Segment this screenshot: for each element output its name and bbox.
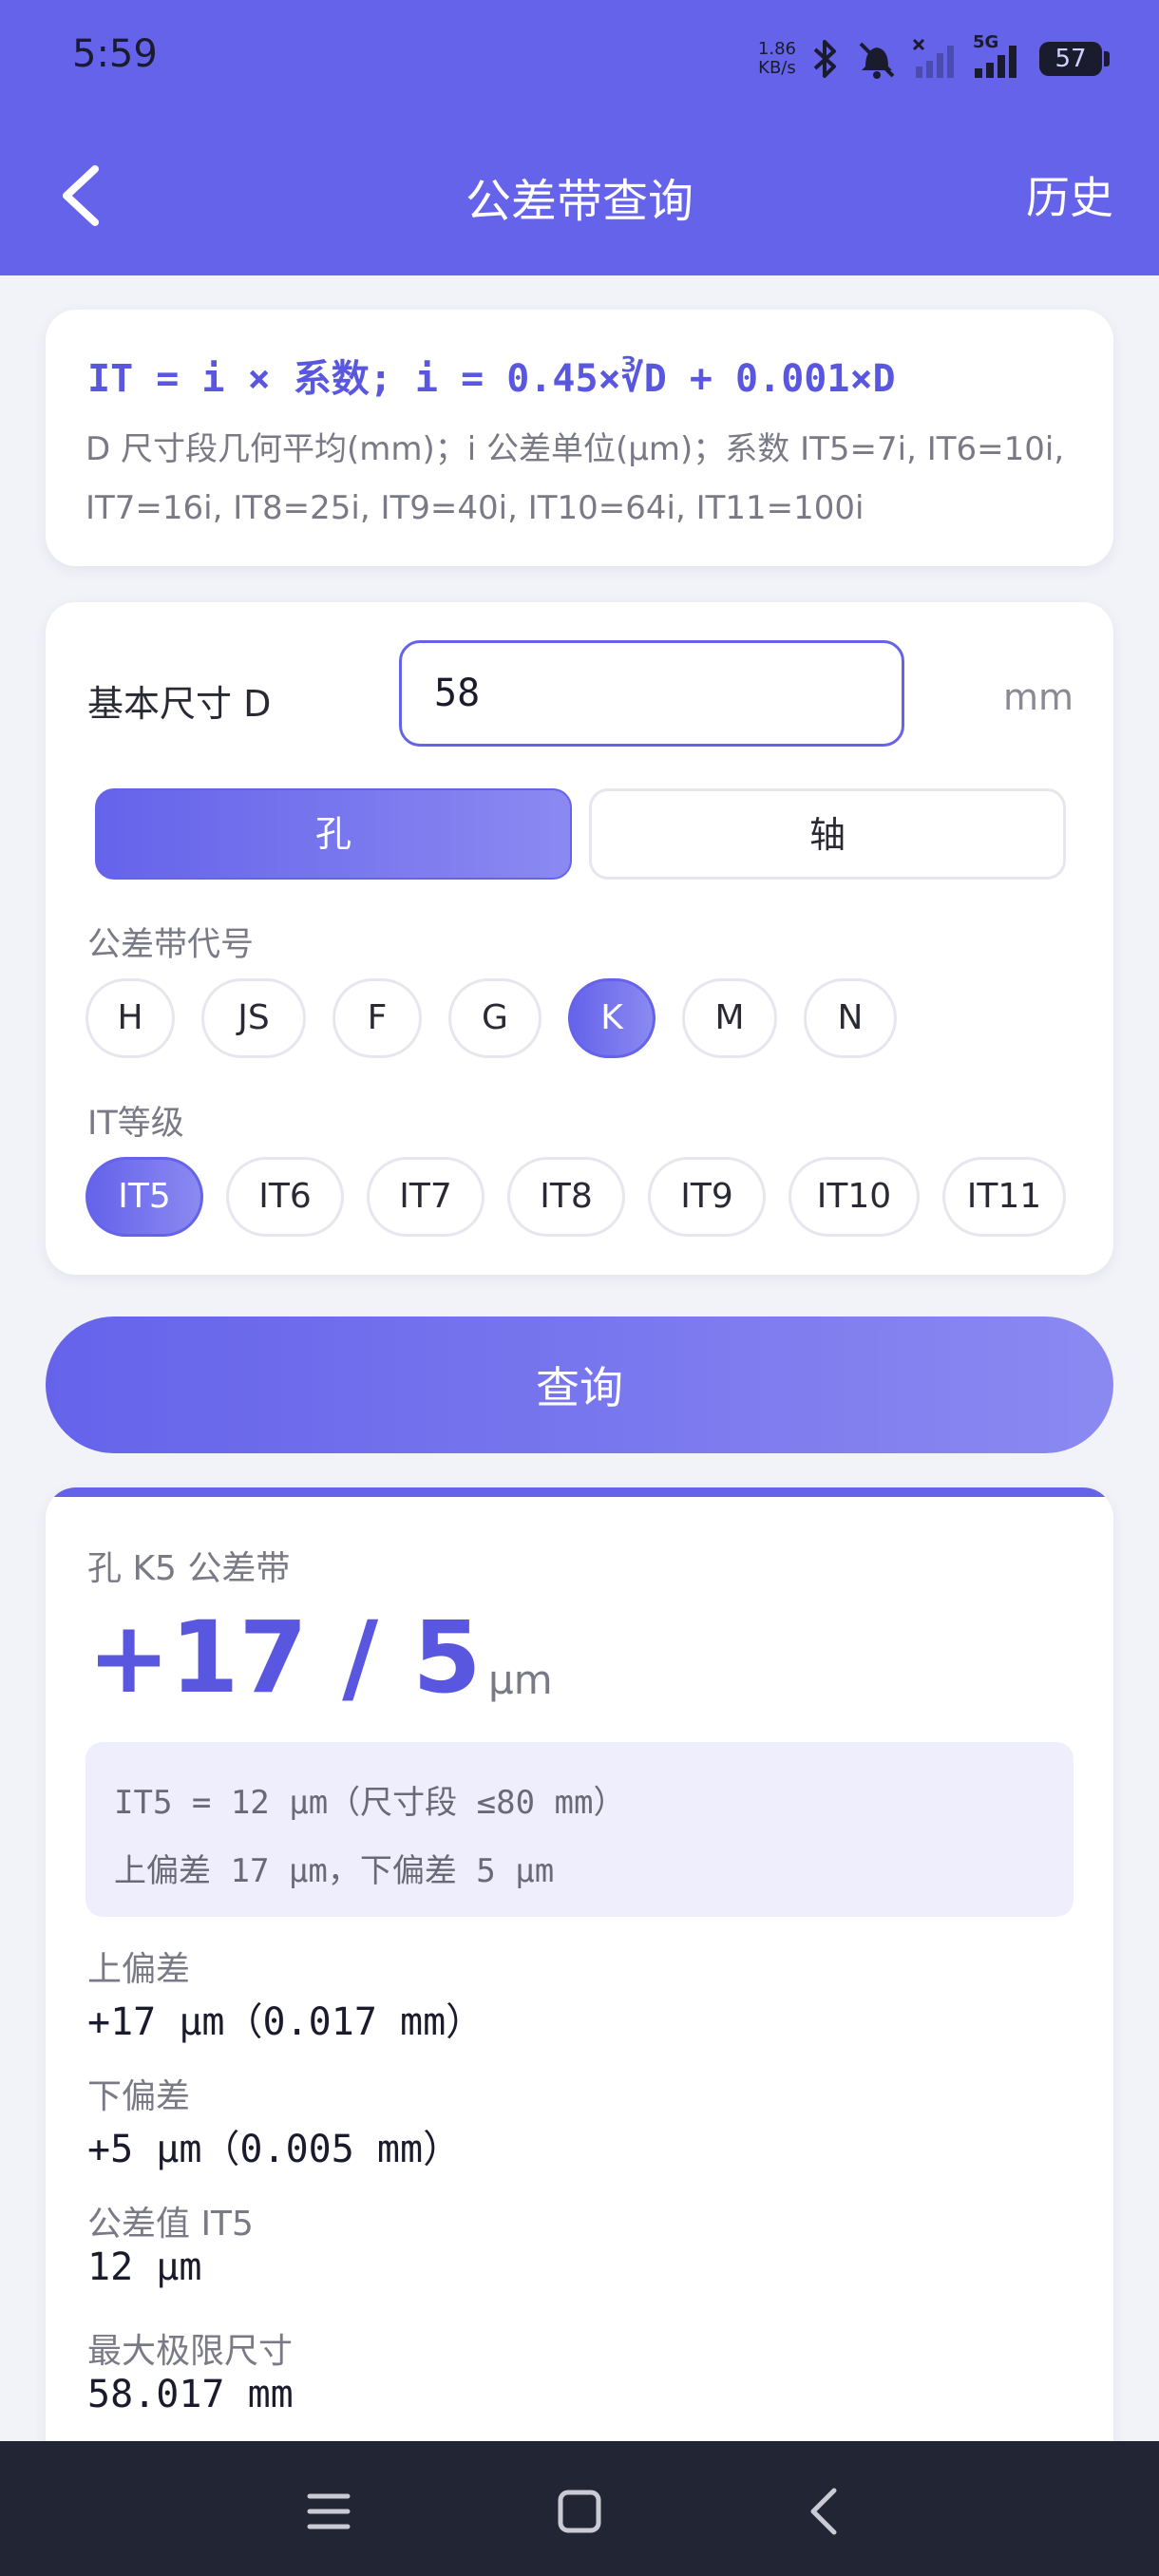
info-line-deviation: 上偏差 17 μm，下偏差 5 μm bbox=[114, 1852, 555, 1890]
grade-chip-it8[interactable]: IT8 bbox=[507, 1157, 625, 1237]
grade-chip-it9[interactable]: IT9 bbox=[648, 1157, 766, 1237]
max-limit-size-label: 最大极限尺寸 bbox=[87, 2332, 294, 2371]
result-value: +17 / 5 bbox=[87, 1600, 482, 1715]
max-limit-size-value: 58.017 mm bbox=[87, 2373, 294, 2416]
signal-off-icon bbox=[912, 38, 954, 78]
zone-chip-g[interactable]: G bbox=[448, 978, 542, 1058]
query-button[interactable]: 查询 bbox=[46, 1316, 1113, 1453]
page-title: 公差带查询 bbox=[465, 175, 694, 228]
lower-deviation-label: 下偏差 bbox=[87, 2077, 191, 2116]
home-icon[interactable] bbox=[551, 2483, 608, 2540]
zone-chip-n[interactable]: N bbox=[804, 978, 897, 1058]
formula-text: IT = i × 系数; i = 0.45×∛D + 0.001×D bbox=[87, 357, 896, 401]
basic-size-unit: mm bbox=[1002, 676, 1074, 718]
bell-muted-icon bbox=[859, 42, 895, 79]
tolerance-value-label: 公差值 IT5 bbox=[87, 2205, 254, 2244]
grade-chip-it7[interactable]: IT7 bbox=[367, 1157, 484, 1237]
grade-chip-it11[interactable]: IT11 bbox=[942, 1157, 1066, 1237]
tolerance-value: 12 μm bbox=[87, 2245, 202, 2289]
basic-size-label: 基本尺寸 D bbox=[87, 683, 272, 725]
grade-chip-row: IT5 IT6 IT7 IT8 IT9 IT10 IT11 bbox=[86, 1157, 1066, 1237]
battery-icon: 57 bbox=[1039, 42, 1110, 76]
system-nav-bar bbox=[0, 2441, 1159, 2576]
upper-deviation-value: +17 μm（0.017 mm） bbox=[87, 2000, 484, 2044]
result-accent-bar bbox=[46, 1487, 1113, 1497]
grade-chip-it6[interactable]: IT6 bbox=[226, 1157, 344, 1237]
network-speed-value: 1.86 bbox=[757, 39, 796, 59]
result-unit: μm bbox=[488, 1657, 553, 1703]
zone-label: 公差带代号 bbox=[87, 926, 255, 964]
basic-size-input[interactable] bbox=[399, 640, 904, 747]
segment-shaft[interactable]: 轴 bbox=[589, 788, 1066, 880]
network-speed: 1.86 KB/s bbox=[758, 40, 796, 78]
zone-chip-f[interactable]: F bbox=[332, 978, 422, 1058]
result-title: 孔 K5 公差带 bbox=[87, 1549, 291, 1588]
zone-chip-h[interactable]: H bbox=[86, 978, 175, 1058]
menu-icon[interactable] bbox=[300, 2483, 357, 2540]
result-card: 孔 K5 公差带 +17 / 5 μm IT5 = 12 μm（尺寸段 ≤80 … bbox=[46, 1487, 1113, 2576]
signal-5g: 5G bbox=[973, 32, 1026, 80]
lower-deviation-value: +5 μm（0.005 mm） bbox=[87, 2128, 462, 2171]
formula-card: IT = i × 系数; i = 0.45×∛D + 0.001×D D 尺寸段… bbox=[46, 310, 1113, 566]
upper-deviation-label: 上偏差 bbox=[87, 1950, 191, 1989]
grade-chip-it10[interactable]: IT10 bbox=[788, 1157, 920, 1237]
app-header: 5:59 1.86 KB/s 5G 57 公差带查询 历史 bbox=[0, 0, 1159, 275]
status-bar-icons: 1.86 KB/s 5G 57 bbox=[758, 32, 1110, 85]
nav-back-icon[interactable] bbox=[796, 2483, 853, 2540]
history-button[interactable]: 历史 bbox=[1026, 163, 1113, 226]
input-card: 基本尺寸 D mm 孔 轴 公差带代号 H JS F G K M N IT等级 … bbox=[46, 602, 1113, 1275]
grade-chip-it5[interactable]: IT5 bbox=[86, 1157, 203, 1237]
grade-label: IT等级 bbox=[87, 1105, 184, 1143]
signal-icon bbox=[975, 46, 1016, 78]
formula-note: D 尺寸段几何平均(mm)；i 公差单位(μm)；系数 IT5=7i, IT6=… bbox=[86, 430, 1065, 527]
zone-chip-k[interactable]: K bbox=[568, 978, 656, 1058]
zone-chip-row: H JS F G K M N bbox=[86, 978, 923, 1058]
status-time: 5:59 bbox=[72, 32, 158, 76]
zone-chip-m[interactable]: M bbox=[682, 978, 777, 1058]
info-line-tolerance: IT5 = 12 μm（尺寸段 ≤80 mm） bbox=[114, 1784, 626, 1822]
zone-chip-js[interactable]: JS bbox=[201, 978, 306, 1058]
segment-hole[interactable]: 孔 bbox=[95, 788, 572, 880]
bluetooth-icon bbox=[813, 40, 836, 78]
network-speed-unit: KB/s bbox=[758, 58, 796, 78]
result-info-box: IT5 = 12 μm（尺寸段 ≤80 mm） 上偏差 17 μm，下偏差 5 … bbox=[86, 1742, 1074, 1917]
